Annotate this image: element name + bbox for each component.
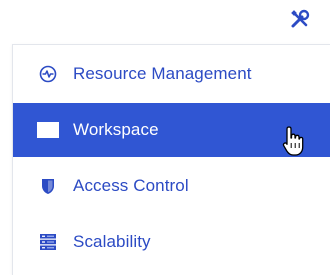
workspace-icon: [37, 119, 59, 141]
server-stack-icon: [37, 231, 59, 253]
menu-item-resource-management[interactable]: Resource Management: [13, 47, 330, 101]
menu-item-label: Access Control: [73, 176, 189, 195]
resource-management-icon: [37, 63, 59, 85]
menu-item-label: Scalability: [73, 232, 151, 251]
top-bar: [0, 0, 330, 42]
side-menu: Resource Management Workspace Access Con…: [12, 44, 330, 275]
menu-item-workspace[interactable]: Workspace: [13, 103, 330, 157]
menu-item-label: Resource Management: [73, 64, 252, 83]
menu-item-scalability[interactable]: Scalability: [13, 215, 330, 269]
shield-icon: [37, 175, 59, 197]
tools-icon[interactable]: [289, 8, 311, 30]
menu-item-access-control[interactable]: Access Control: [13, 159, 330, 213]
menu-item-label: Workspace: [73, 120, 159, 139]
